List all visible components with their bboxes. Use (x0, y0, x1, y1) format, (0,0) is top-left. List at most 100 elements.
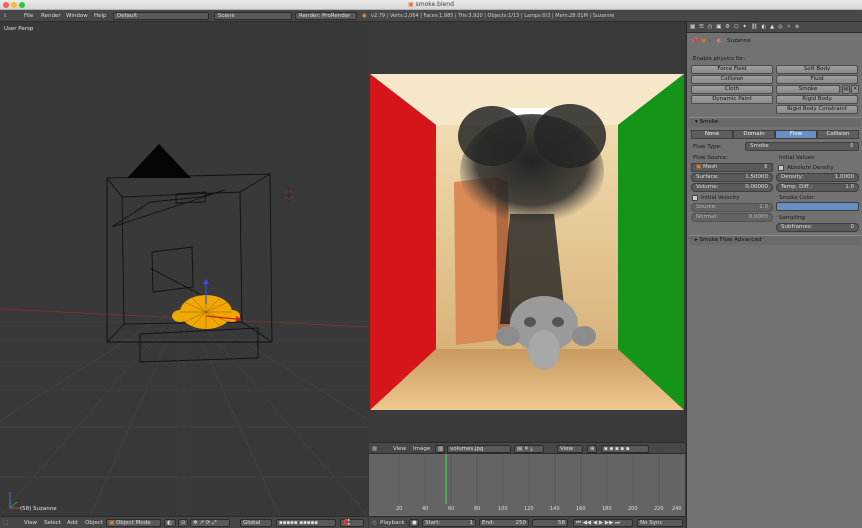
render-result[interactable] (370, 74, 684, 410)
editor-type-icon[interactable]: ⬚ (3, 520, 8, 526)
menu-select[interactable]: Select (44, 520, 61, 526)
flow-type-select[interactable]: Smoke ⇕ (745, 142, 859, 151)
source-field[interactable]: Source: 1.0 (691, 203, 773, 212)
collision-button[interactable]: Collision (691, 75, 773, 84)
density-field[interactable]: Density: 1.0000 (776, 173, 859, 182)
temp-diff-label: Temp. Diff.: (781, 184, 813, 190)
normal-value: 0.0000 (748, 214, 768, 220)
soft-body-label: Soft Body (803, 66, 831, 72)
menu-image[interactable]: Image (413, 446, 430, 452)
end-frame-field[interactable]: End: 250 (479, 519, 529, 527)
sync-selector[interactable]: No Sync (637, 519, 683, 527)
shading-selector[interactable]: ◐ (164, 519, 176, 527)
viewport-header: ⬚ View Select Add Object ▣ Object Mode ◐… (0, 516, 368, 528)
image-name: volumes.jpg (450, 446, 484, 452)
menu-view[interactable]: View (393, 446, 406, 452)
scene-selector[interactable]: Scene (214, 12, 292, 20)
3d-viewport[interactable]: User Persp (58) Suzanne (0, 22, 368, 516)
playback-controls[interactable]: ⏮ ◀◀ ◀ ▶ ▶▶ ⏭ (573, 519, 633, 527)
render-engine-selector[interactable]: Render: ProRender (295, 12, 357, 20)
normal-field[interactable]: Normal: 0.0000 (691, 213, 773, 222)
smoke-settings-icon[interactable]: ▤ (842, 85, 850, 94)
smoke-tab-collision[interactable]: Collision (817, 130, 859, 139)
enable-physics-label: Enable physics for: (693, 56, 746, 62)
flow-type-value: Smoke (750, 143, 769, 149)
absolute-density-label: Absolute Density (787, 165, 834, 171)
record-icon[interactable]: ● (409, 519, 419, 527)
pin-icon[interactable]: 📌 (691, 38, 698, 44)
force-field-button[interactable]: Force Field (691, 65, 773, 74)
volume-field[interactable]: Volume: 0.00000 (691, 183, 773, 192)
absolute-density-checkbox[interactable] (778, 165, 784, 171)
view-mode-selector[interactable]: View (557, 445, 583, 453)
editor-type-icon[interactable]: ℹ (4, 13, 6, 19)
pivot-selector[interactable]: ⊙ (178, 519, 188, 527)
menu-view[interactable]: View (24, 520, 37, 526)
subframes-label: Subframes: (781, 224, 813, 230)
soft-body-button[interactable]: Soft Body (776, 65, 858, 74)
mode-selector[interactable]: ▣ Object Mode (106, 519, 161, 527)
surface-field[interactable]: Surface: 1.50000 (691, 173, 773, 182)
menu-help[interactable]: Help (94, 13, 107, 19)
smoke-tab-flow[interactable]: Flow (775, 130, 817, 139)
properties-context-icons[interactable]: ▦ ☰ ◷ ▣ ⚙ ⬡ ✦ ⛓ ◐ ▲ ◎ ✧ ≋ (690, 24, 800, 30)
lamp-object[interactable] (127, 144, 191, 178)
rigid-body-constraint-button[interactable]: Rigid Body Constraint (776, 105, 858, 114)
volume-value: 0.00000 (745, 184, 768, 190)
blender-window: ▣ smoke.blend ℹ File Render Window Help … (0, 0, 862, 528)
rigid-body-button[interactable]: Rigid Body (776, 95, 858, 104)
layout-selector[interactable]: Default (113, 12, 209, 20)
fluid-button[interactable]: Fluid (776, 75, 858, 84)
flow-source-select[interactable]: ▣ Mesh ⇕ (691, 163, 773, 172)
dynamic-paint-button[interactable]: Dynamic Paint (691, 95, 773, 104)
smoke-button[interactable]: Smoke (776, 85, 840, 94)
image-tool-icons[interactable]: ▤ ✕ ⤓ (514, 445, 544, 453)
manipulator-buttons[interactable]: ✥ ↗ ⟳ ⤢ (190, 519, 230, 527)
temp-diff-field[interactable]: Temp. Diff.: 1.0 (776, 183, 859, 192)
subframes-field[interactable]: Subframes: 0 (776, 223, 859, 232)
chevron-down-icon: ⇕ (763, 164, 768, 170)
smoke-color-swatch[interactable] (776, 202, 859, 211)
snap-selector[interactable]: 🧲 (340, 519, 364, 527)
timeline[interactable]: 20 40 60 80 100 120 140 160 180 200 220 … (369, 454, 685, 516)
force-field-label: Force Field (717, 66, 747, 72)
tab-none-label: None (704, 131, 720, 137)
cloth-button[interactable]: Cloth (691, 85, 773, 94)
frame-label: 200 (628, 506, 638, 512)
current-frame-value: 58 (558, 520, 565, 526)
frame-label: 240 (672, 506, 682, 512)
image-browse-icon[interactable]: ▥ (435, 445, 445, 453)
layout-name: Default (117, 13, 138, 19)
smoke-tab-domain[interactable]: Domain (733, 130, 775, 139)
smoke-flow-advanced-panel-header[interactable]: ▸ Smoke Flow Advanced (689, 235, 861, 245)
editor-type-icon[interactable]: ◷ (372, 520, 377, 526)
smoke-remove-icon[interactable]: ✕ (851, 85, 859, 94)
z-gizmo-head[interactable] (203, 279, 209, 284)
menu-render[interactable]: Render (41, 13, 61, 19)
density-value: 1.0000 (834, 174, 854, 180)
properties-tab-bar: ▦ ☰ ◷ ▣ ⚙ ⬡ ✦ ⛓ ◐ ▲ ◎ ✧ ≋ (687, 22, 862, 33)
menu-window[interactable]: Window (66, 13, 88, 19)
initial-values-label: Initial Values: (779, 155, 816, 161)
smoke-panel-header[interactable]: ▾ Smoke (689, 117, 861, 127)
pin-icon[interactable]: ⊕ (587, 445, 597, 453)
image-name-field[interactable]: volumes.jpg (447, 445, 511, 453)
flow-source-label: Flow Source: (693, 155, 729, 161)
layer-buttons[interactable]: ▪▪▪▪▪ ▪▪▪▪▪ (276, 519, 336, 527)
editor-type-icon[interactable]: ▦ (372, 446, 377, 452)
frame-label: 20 (396, 506, 403, 512)
image-editor-header: ▦ View Image ▥ volumes.jpg ▤ ✕ ⤓ View ⊕ … (369, 442, 685, 454)
collision-label: Collision (720, 76, 744, 82)
smoke-tab-none[interactable]: None (691, 130, 733, 139)
menu-file[interactable]: File (24, 13, 33, 19)
initial-velocity-checkbox[interactable] (692, 195, 698, 201)
domain-cube[interactable] (106, 173, 273, 363)
channel-buttons[interactable]: ▪ ▪ ▪ ▪ ▪ (601, 445, 649, 453)
menu-add[interactable]: Add (67, 520, 78, 526)
start-frame-field[interactable]: Start: 1 (422, 519, 476, 527)
image-editor[interactable] (369, 22, 685, 442)
playback-menu[interactable]: Playback (380, 520, 405, 526)
current-frame-field[interactable]: 58 (532, 519, 568, 527)
menu-object[interactable]: Object (85, 520, 103, 526)
orientation-selector[interactable]: Global (240, 519, 272, 527)
